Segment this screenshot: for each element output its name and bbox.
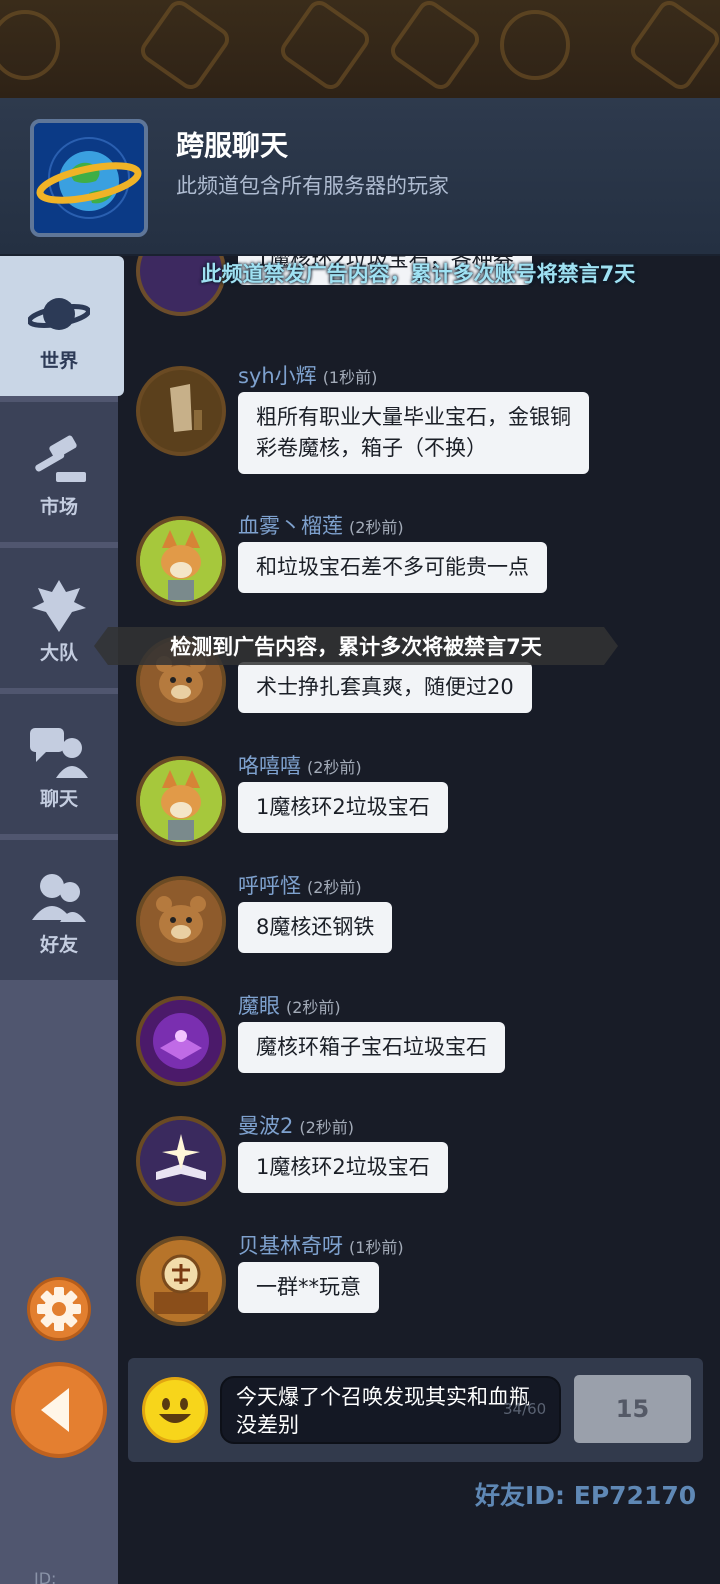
message-bubble: 粗所有职业大量毕业宝石，金银铜 彩卷魔核，箱子（不换） <box>238 392 589 474</box>
chat-input-bar: 今天爆了个召唤发现其实和血瓶没差别 34/60 15 <box>128 1358 703 1462</box>
back-arrow-icon <box>41 1388 69 1432</box>
user-id-label: ID: 5172092 <box>34 1569 57 1584</box>
message-bubble: 魔核环箱子宝石垃圾宝石 <box>238 1022 505 1073</box>
sender-name[interactable]: 咯嘻嘻 <box>238 754 301 778</box>
message-time: (2秒前) <box>299 1118 355 1137</box>
horn-ornament-icon <box>626 0 720 94</box>
message-bubble: 和垃圾宝石差不多可能贵一点 <box>238 542 547 593</box>
saturn-icon <box>28 298 90 330</box>
fox-avatar-icon <box>136 756 226 846</box>
message-line: 粗所有职业大量毕业宝石，金银铜 <box>256 405 571 429</box>
message-bubble: 术士挣扎套真爽，随便过20 <box>238 662 532 713</box>
helmet-ornament-icon <box>500 10 570 80</box>
message-time: (1秒前) <box>349 1238 404 1257</box>
guild-icon <box>32 580 86 632</box>
tab-chat-label: 聊天 <box>39 788 78 810</box>
message-time: (2秒前) <box>307 878 362 897</box>
spellbook-avatar-icon <box>136 1116 226 1206</box>
sword-ornament-icon <box>276 0 374 94</box>
char-counter: 34/60 <box>503 1400 547 1418</box>
sidebar: 世界 市场 大队 聊天 好友 ID: <box>0 256 124 1584</box>
message-time: (2秒前) <box>349 518 404 537</box>
horn-ornament-icon <box>136 0 234 94</box>
bear-avatar-icon <box>136 876 226 966</box>
sender-name[interactable]: 曼波2 <box>238 1114 293 1138</box>
message-bubble: 8魔核还钢铁 <box>238 902 393 953</box>
emoji-button[interactable] <box>142 1377 208 1443</box>
tab-market[interactable]: 市场 <box>0 402 118 542</box>
ad-detected-toast: 检测到广告内容，累计多次将被禁言7天 <box>94 627 618 665</box>
tab-chat[interactable]: 聊天 <box>0 694 118 834</box>
planet-icon <box>30 119 148 237</box>
friends-icon <box>32 874 86 922</box>
tab-world[interactable]: 世界 <box>0 256 124 396</box>
fox-avatar-icon <box>136 516 226 606</box>
coin-ornament-icon <box>0 10 60 80</box>
back-button[interactable] <box>11 1362 107 1458</box>
tab-guild[interactable]: 大队 <box>0 548 118 688</box>
toast-text: 检测到广告内容，累计多次将被禁言7天 <box>170 635 542 659</box>
message-line: 彩卷魔核，箱子（不换） <box>256 436 487 460</box>
channel-header: 跨服聊天 此频道包含所有服务器的玩家 <box>0 98 720 256</box>
message-time: (1秒前) <box>322 368 378 387</box>
channel-subtitle: 此频道包含所有服务器的玩家 <box>176 174 449 198</box>
channel-title: 跨服聊天 <box>176 129 289 162</box>
settings-button[interactable] <box>27 1277 91 1341</box>
sender-name[interactable]: 魔眼 <box>238 994 280 1018</box>
sender-name[interactable]: syh小辉 <box>238 364 317 388</box>
gavel-icon <box>35 435 86 482</box>
sender-name[interactable]: 呼呼怪 <box>238 874 301 898</box>
message-time: (2秒前) <box>286 998 341 1017</box>
chat-message-list[interactable]: 1魔核环2垃圾宝石，各种券 syh小辉 (1秒前) 粗所有职业大量毕业宝石，金银铜… <box>118 256 720 1356</box>
message-bubble: 一群**玩意 <box>238 1262 379 1313</box>
sender-name[interactable]: 血雾丶榴莲 <box>238 514 343 538</box>
send-button[interactable]: 15 <box>574 1375 691 1443</box>
martial-avatar-icon <box>136 1236 226 1326</box>
top-decorative-banner <box>0 0 720 98</box>
message-bubble: 1魔核环2垃圾宝石 <box>238 782 448 833</box>
tab-world-label: 世界 <box>39 350 78 372</box>
rune-ornament-icon <box>386 0 484 94</box>
sword-avatar-icon <box>136 366 226 456</box>
friend-id-label: 好友ID: EP72170 <box>475 1481 697 1510</box>
ad-warning-notice: 此频道禁发广告内容，累计多次账号将禁言7天 <box>200 262 636 286</box>
tab-friends-label: 好友 <box>39 934 78 956</box>
sender-name[interactable]: 贝基林奇呀 <box>238 1234 343 1258</box>
gear-icon <box>37 1287 81 1331</box>
message-bubble: 1魔核环2垃圾宝石 <box>238 1142 448 1193</box>
purple-tome-avatar-icon <box>136 996 226 1086</box>
message-time: (2秒前) <box>307 758 362 777</box>
tab-market-label: 市场 <box>39 496 78 518</box>
tab-friends[interactable]: 好友 <box>0 840 118 980</box>
chat-bubbles-icon <box>30 728 88 778</box>
smiley-icon <box>159 1398 191 1423</box>
